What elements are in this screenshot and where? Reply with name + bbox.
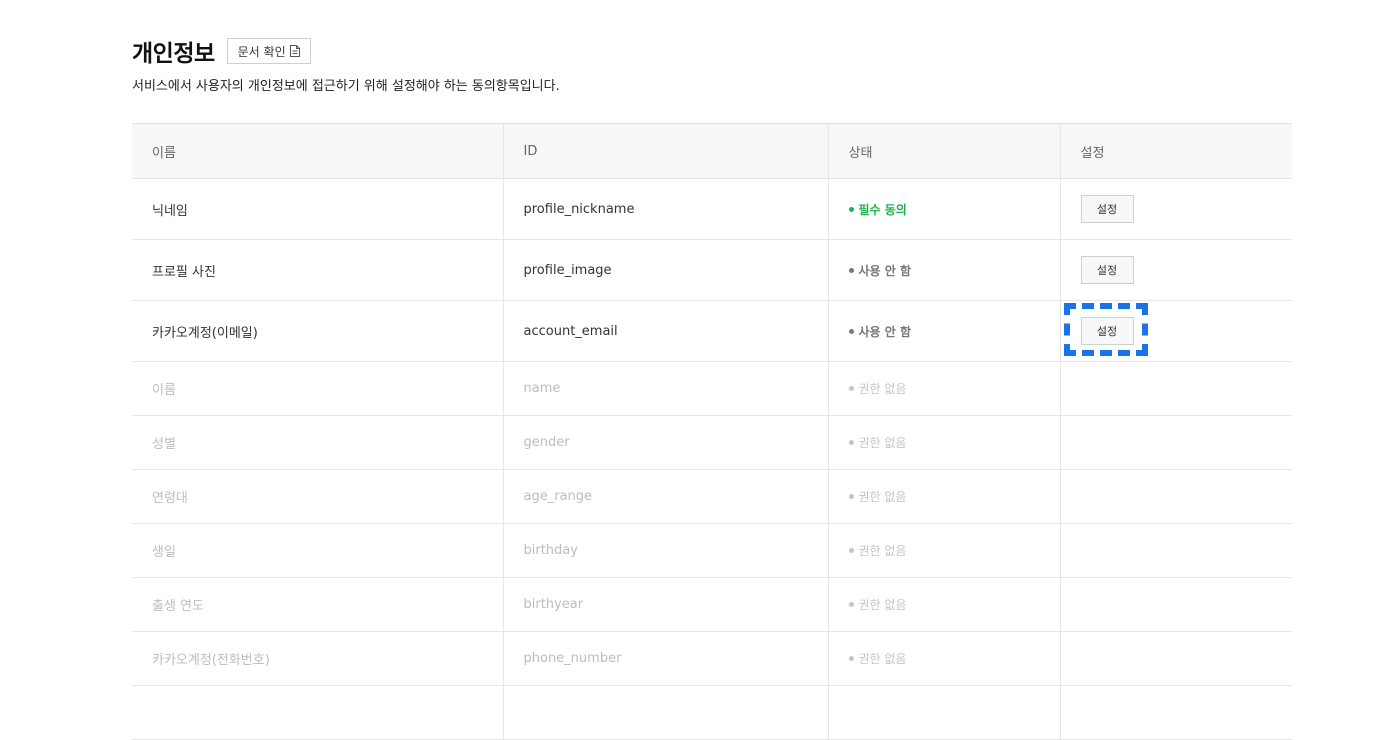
- status-label: 권한 없음: [858, 490, 907, 504]
- status-badge: 권한 없음: [848, 436, 907, 450]
- page-description: 서비스에서 사용자의 개인정보에 접근하기 위해 설정해야 하는 동의항목입니다…: [132, 79, 560, 94]
- table-row: 이름 name 권한 없음: [132, 361, 1292, 416]
- item-id: name: [502, 361, 828, 416]
- item-id: birthyear: [502, 577, 828, 632]
- table-row: 닉네임 profile_nickname 필수 동의 설정: [132, 178, 1292, 240]
- item-name: 연령대: [132, 469, 503, 524]
- item-name: 이름: [132, 361, 503, 416]
- setting-button[interactable]: 설정: [1080, 317, 1134, 345]
- table-row: [132, 685, 1292, 740]
- item-name: 카카오계정(전화번호): [132, 631, 503, 686]
- item-id: profile_image: [502, 239, 828, 301]
- dot-icon: [848, 548, 854, 553]
- status-label: 권한 없음: [858, 544, 907, 558]
- dot-icon: [848, 328, 854, 334]
- table-row: 성별 gender 권한 없음: [132, 415, 1292, 470]
- setting-cell-empty: [1059, 469, 1292, 524]
- table-row: 생일 birthday 권한 없음: [132, 523, 1292, 578]
- table-row: 연령대 age_range 권한 없음: [132, 469, 1292, 524]
- dot-icon: [848, 386, 854, 391]
- status-badge: 권한 없음: [848, 544, 907, 558]
- consent-items-table: 이름 ID 상태 설정 닉네임 profile_nickname 필수 동의 설…: [132, 123, 1292, 740]
- status-badge: 필수 동의: [848, 202, 907, 217]
- status-label: 사용 안 함: [858, 263, 912, 278]
- setting-cell-empty: [1059, 577, 1292, 632]
- dot-icon: [848, 267, 854, 273]
- dot-icon: [848, 494, 854, 499]
- column-header-id: ID: [502, 123, 828, 179]
- status-badge: 권한 없음: [848, 382, 907, 396]
- setting-cell-empty: [1059, 523, 1292, 578]
- table-row: 프로필 사진 profile_image 사용 안 함 설정: [132, 239, 1292, 301]
- item-name: 출생 연도: [132, 577, 503, 632]
- item-name: 성별: [132, 415, 503, 470]
- item-name: 생일: [132, 523, 503, 578]
- status-label: 권한 없음: [858, 652, 907, 666]
- status-badge: 사용 안 함: [848, 263, 912, 278]
- page-title: 개인정보: [132, 41, 215, 67]
- table-row: 카카오계정(전화번호) phone_number 권한 없음: [132, 631, 1292, 686]
- status-label: 권한 없음: [858, 436, 907, 450]
- view-document-label: 문서 확인: [237, 44, 286, 59]
- setting-cell-empty: [1059, 361, 1292, 416]
- item-id: age_range: [502, 469, 828, 524]
- dot-icon: [848, 206, 854, 212]
- table-row: 카카오계정(이메일) account_email 사용 안 함 설정: [132, 300, 1292, 362]
- status-label: 권한 없음: [858, 598, 907, 612]
- setting-button[interactable]: 설정: [1080, 195, 1134, 223]
- document-icon: [289, 45, 300, 57]
- item-id: phone_number: [502, 631, 828, 686]
- setting-cell-empty: [1059, 631, 1292, 686]
- item-name: 프로필 사진: [132, 239, 503, 301]
- item-id: account_email: [502, 300, 828, 362]
- column-header-setting: 설정: [1059, 123, 1292, 179]
- table-row: 출생 연도 birthyear 권한 없음: [132, 577, 1292, 632]
- status-badge: 권한 없음: [848, 490, 907, 504]
- status-badge: 권한 없음: [848, 652, 907, 666]
- dot-icon: [848, 440, 854, 445]
- status-badge: 사용 안 함: [848, 324, 912, 339]
- status-label: 사용 안 함: [858, 324, 912, 339]
- column-header-name: 이름: [132, 123, 503, 179]
- status-label: 필수 동의: [858, 202, 907, 217]
- setting-button[interactable]: 설정: [1080, 256, 1134, 284]
- dot-icon: [848, 656, 854, 661]
- table-header-row: 이름 ID 상태 설정: [132, 123, 1292, 179]
- item-name: 카카오계정(이메일): [132, 300, 503, 362]
- view-document-button[interactable]: 문서 확인: [226, 38, 311, 64]
- setting-cell-empty: [1059, 415, 1292, 470]
- status-badge: 권한 없음: [848, 598, 907, 612]
- column-header-status: 상태: [827, 123, 1060, 179]
- dot-icon: [848, 602, 854, 607]
- item-id: profile_nickname: [502, 178, 828, 240]
- item-id: birthday: [502, 523, 828, 578]
- item-id: gender: [502, 415, 828, 470]
- item-name: 닉네임: [132, 178, 503, 240]
- status-label: 권한 없음: [858, 382, 907, 396]
